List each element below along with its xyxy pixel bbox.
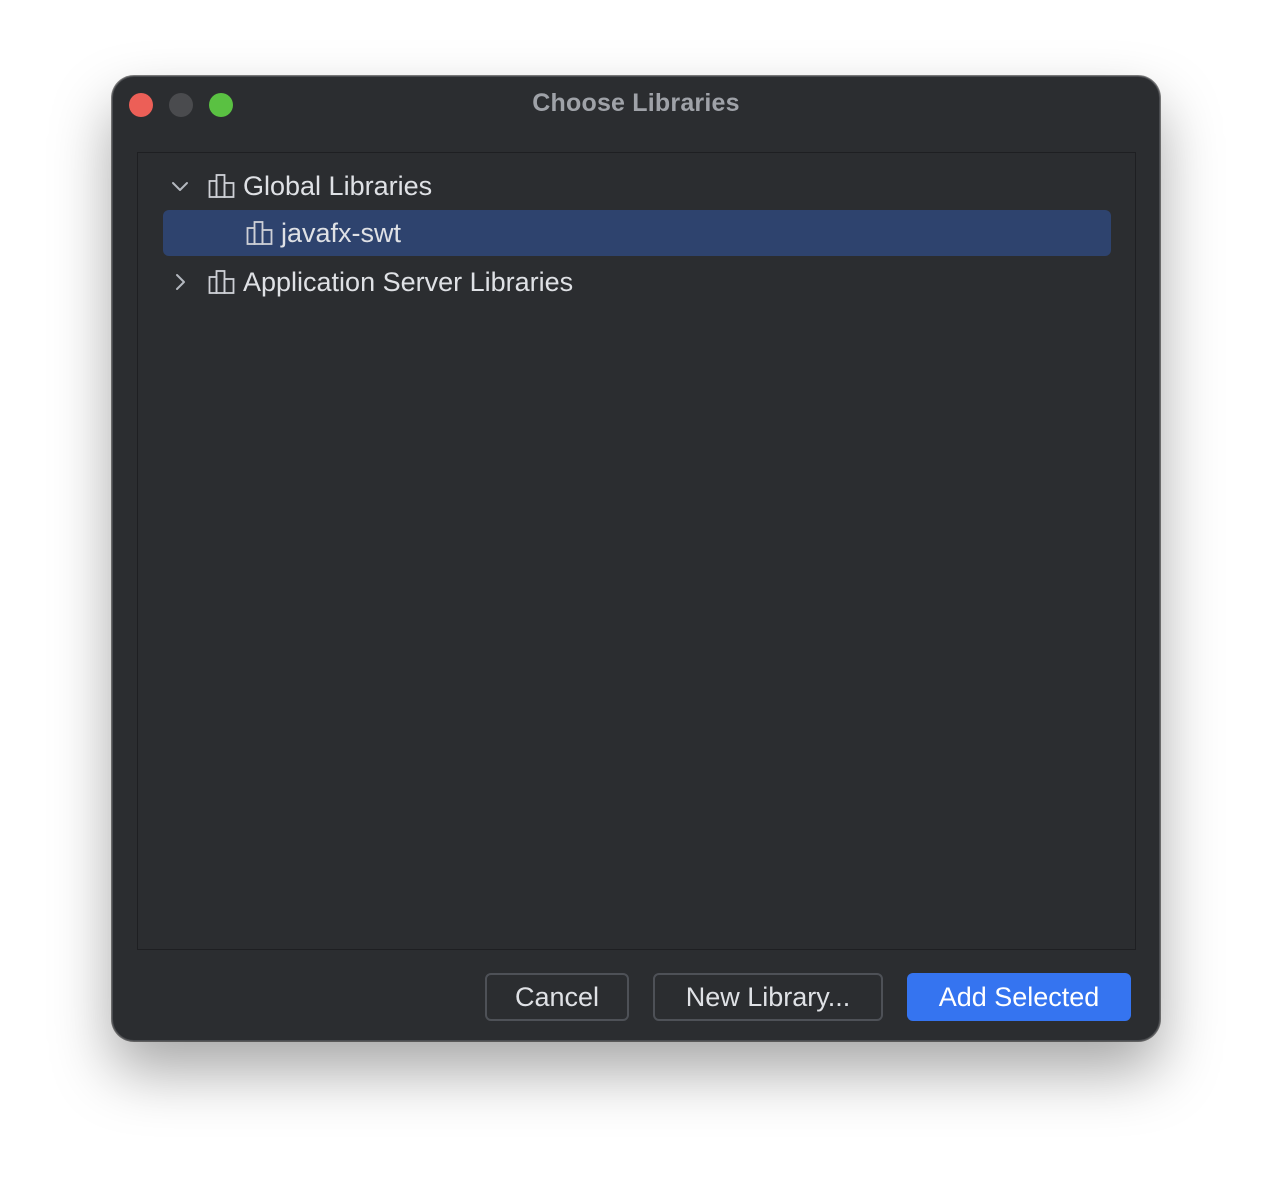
tree-item-global-libraries[interactable]: Global Libraries	[163, 163, 1111, 209]
cancel-button[interactable]: Cancel	[485, 973, 629, 1021]
tree-item-label: javafx-swt	[281, 218, 402, 248]
dialog-title: Choose Libraries	[532, 89, 740, 117]
add-selected-button[interactable]: Add Selected	[907, 973, 1131, 1021]
tree-item-application-server-libraries[interactable]: Application Server Libraries	[163, 259, 1111, 305]
tree-item-label: Application Server Libraries	[243, 267, 574, 297]
chevron-down-icon[interactable]	[170, 176, 190, 196]
new-library-button[interactable]: New Library...	[653, 973, 883, 1021]
library-icon	[208, 270, 235, 294]
tree-item-label: Global Libraries	[243, 171, 433, 201]
tree-item-javafx-swt[interactable]: javafx-swt	[163, 210, 1111, 256]
library-icon	[246, 221, 273, 245]
library-icon	[208, 174, 235, 198]
choose-libraries-dialog: Choose Libraries Global Libraries javafx…	[112, 76, 1160, 1041]
library-tree[interactable]: Global Libraries javafx-swt Application …	[137, 152, 1136, 950]
chevron-right-icon[interactable]	[170, 272, 190, 292]
